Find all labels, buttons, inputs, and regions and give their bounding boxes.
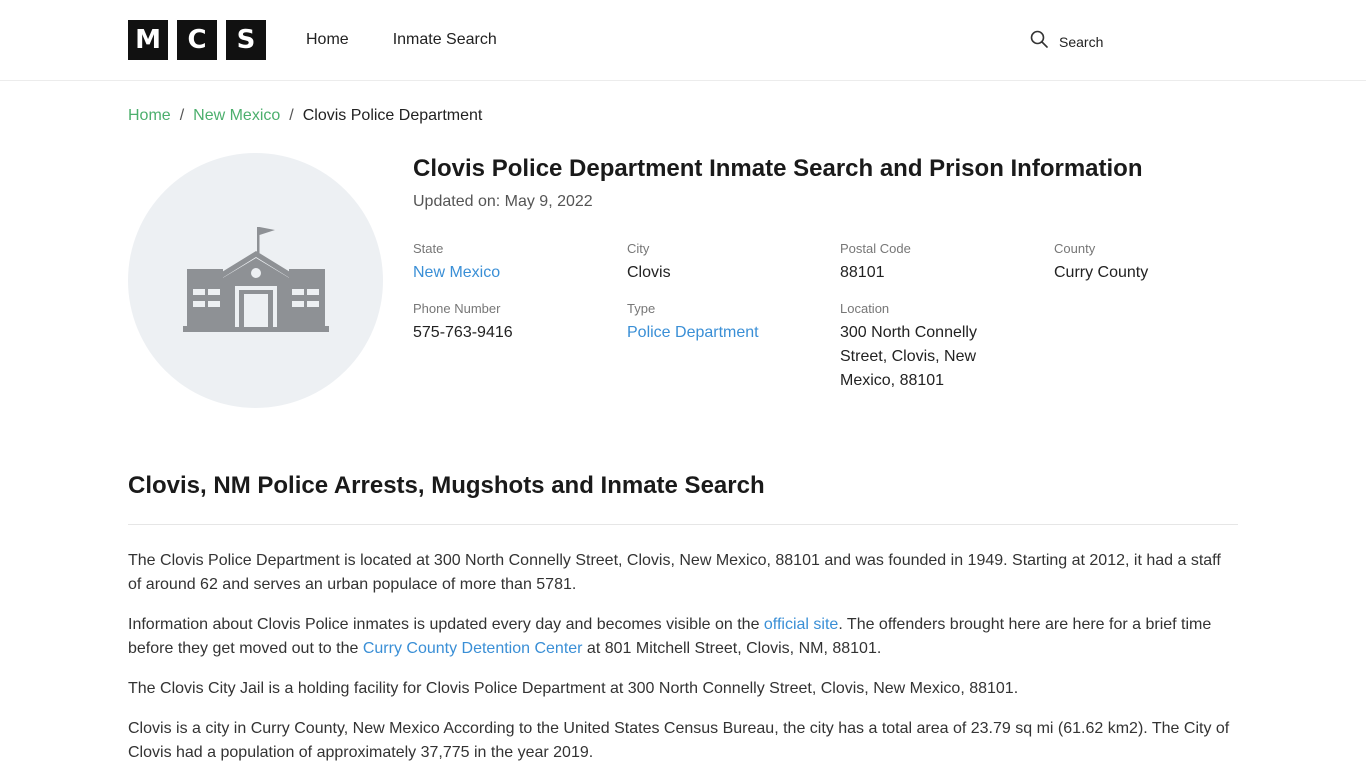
- field-value: 575-763-9416: [413, 324, 513, 341]
- section-heading: Clovis, NM Police Arrests, Mugshots and …: [128, 472, 765, 499]
- field-label: Postal Code: [840, 241, 911, 256]
- field-phone-number: Phone Number 575-763-9416: [413, 301, 613, 345]
- main-nav: Home Inmate Search: [306, 0, 541, 80]
- field-type: Type Police Department: [627, 301, 827, 345]
- breadcrumb-current: Clovis Police Department: [302, 107, 483, 124]
- paragraph-text: at 801 Mitchell Street, Clovis, NM, 8810…: [582, 640, 882, 657]
- updated-date: Updated on: May 9, 2022: [413, 193, 593, 210]
- detention-center-link[interactable]: Curry County Detention Center: [363, 640, 583, 657]
- paragraph-intro: The Clovis Police Department is located …: [128, 552, 1221, 593]
- paragraph-city-jail: The Clovis City Jail is a holding facili…: [128, 680, 1019, 697]
- field-city: City Clovis: [627, 241, 827, 285]
- field-value: Curry County: [1054, 264, 1149, 281]
- page-title: Clovis Police Department Inmate Search a…: [413, 155, 1143, 182]
- facility-avatar: [128, 153, 383, 408]
- field-label: County: [1054, 241, 1096, 256]
- breadcrumb-new-mexico[interactable]: New Mexico: [193, 107, 280, 125]
- paragraph-city-info: Clovis is a city in Curry County, New Me…: [128, 720, 1230, 761]
- building-icon: [182, 223, 329, 338]
- logo-letter-c: C: [177, 20, 217, 60]
- nav-inmate-search-link[interactable]: Inmate Search: [393, 31, 497, 49]
- state-link[interactable]: New Mexico: [413, 261, 613, 285]
- site-logo[interactable]: M C S: [128, 20, 275, 60]
- field-value: 88101: [840, 264, 885, 281]
- section-divider: [128, 524, 1238, 525]
- search-label: Search: [1059, 33, 1104, 50]
- breadcrumb-home[interactable]: Home: [128, 107, 171, 125]
- official-site-link[interactable]: official site: [764, 616, 838, 633]
- paragraph-text: Information about Clovis Police inmates …: [128, 616, 764, 633]
- type-link[interactable]: Police Department: [627, 321, 827, 345]
- site-header: M C S Home Inmate Search Search: [0, 0, 1366, 81]
- field-county: County Curry County: [1054, 241, 1254, 285]
- search-button[interactable]: Search: [1030, 30, 1103, 53]
- field-state: State New Mexico: [413, 241, 613, 285]
- field-label: City: [627, 241, 650, 256]
- breadcrumb-separator: /: [289, 107, 294, 124]
- nav-home-link[interactable]: Home: [306, 31, 349, 49]
- field-label: Phone Number: [413, 301, 501, 316]
- field-label: Type: [627, 301, 656, 316]
- paragraph-inmate-info: Information about Clovis Police inmates …: [128, 613, 1238, 661]
- field-location: Location 300 North Connelly Street, Clov…: [840, 301, 1000, 393]
- field-label: State: [413, 241, 444, 256]
- field-value: 300 North Connelly Street, Clovis, New M…: [840, 324, 977, 389]
- breadcrumb: Home / New Mexico / Clovis Police Depart…: [128, 107, 482, 125]
- field-postal-code: Postal Code 88101: [840, 241, 1040, 285]
- search-icon: [1030, 30, 1048, 53]
- logo-letter-m: M: [128, 20, 168, 60]
- breadcrumb-separator: /: [179, 107, 185, 124]
- logo-letter-s: S: [226, 20, 266, 60]
- field-value: Clovis: [627, 264, 671, 281]
- field-label: Location: [840, 301, 890, 316]
